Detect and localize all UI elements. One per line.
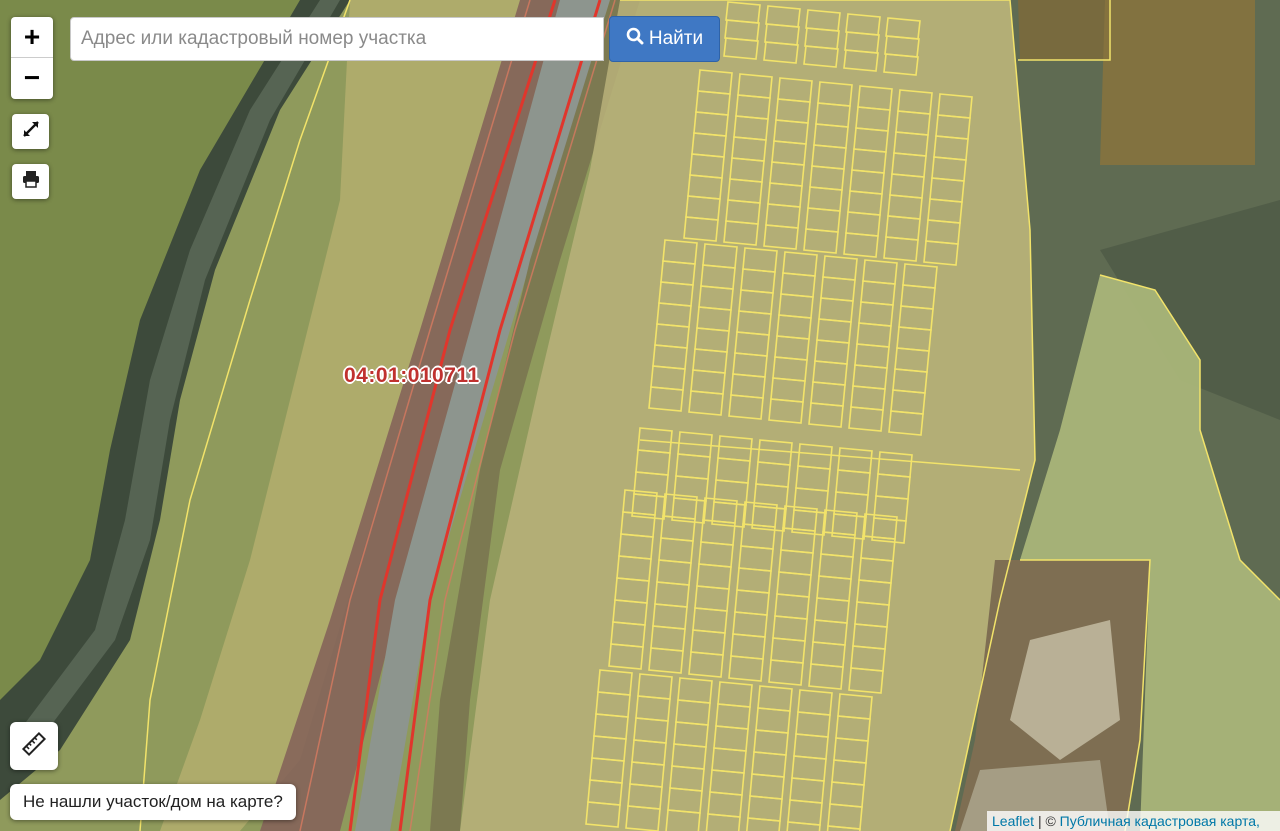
search-icon xyxy=(626,27,644,51)
print-icon xyxy=(21,169,41,194)
not-found-button[interactable]: Не нашли участок/дом на карте? xyxy=(10,784,296,820)
search-button[interactable]: Найти xyxy=(609,16,720,62)
zoom-in-button[interactable]: + xyxy=(11,17,53,57)
zoom-control: + − xyxy=(11,17,53,99)
map-view[interactable]: 04:01:010711 + − Адрес или кадастровый н… xyxy=(0,0,1280,831)
cadastral-block-label[interactable]: 04:01:010711 xyxy=(344,364,480,388)
ruler-icon xyxy=(21,731,47,762)
satellite-layer xyxy=(0,0,1280,831)
search-button-label: Найти xyxy=(648,28,704,49)
attribution-separator: | © xyxy=(1037,813,1056,829)
zoom-out-button[interactable]: − xyxy=(11,57,53,99)
fullscreen-icon xyxy=(21,119,41,144)
print-button[interactable] xyxy=(12,164,49,199)
measure-button[interactable] xyxy=(10,722,58,770)
cadastral-map-link[interactable]: Публичная кадастровая карта, xyxy=(1060,813,1260,829)
leaflet-link[interactable]: Leaflet xyxy=(992,813,1034,829)
map-attribution: Leaflet | © Публичная кадастровая карта, xyxy=(987,811,1280,831)
search-input[interactable] xyxy=(70,17,604,61)
fullscreen-button[interactable] xyxy=(12,114,49,149)
